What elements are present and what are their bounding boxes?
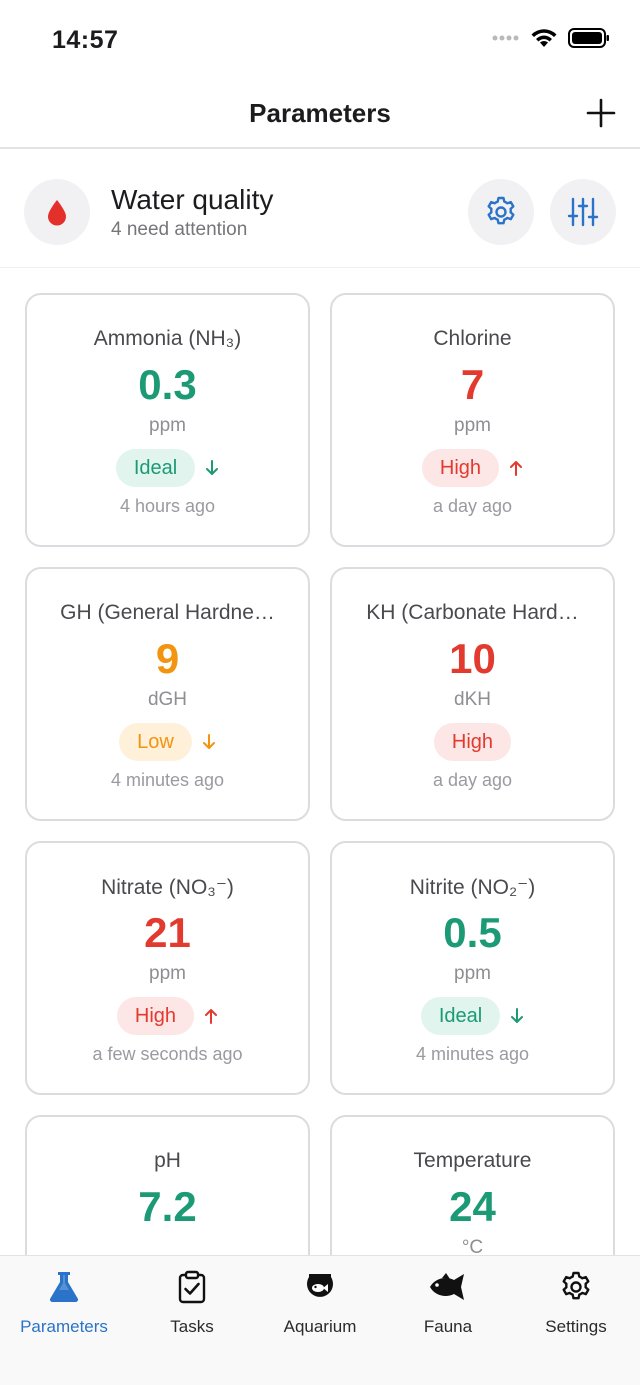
wifi-icon: [531, 29, 557, 47]
parameter-name: Temperature: [413, 1149, 532, 1172]
nav-bar: Parameters: [0, 80, 640, 149]
parameter-name: Nitrate (NO₃⁻): [101, 876, 234, 899]
parameter-name: Chlorine: [433, 327, 512, 350]
tab-settings[interactable]: Settings: [512, 1270, 640, 1337]
parameter-card-gh[interactable]: GH (General Hardne… 9 dGH Low 4 minutes …: [25, 567, 310, 821]
parameter-name: pH: [154, 1149, 181, 1172]
arrow-down-icon: [511, 1008, 524, 1023]
flask-icon: [49, 1272, 79, 1302]
parameter-value: 7: [460, 361, 485, 408]
status-badge: High: [116, 997, 195, 1035]
filter-button[interactable]: [550, 179, 616, 245]
last-measured: a few seconds ago: [92, 1044, 243, 1064]
parameter-unit: dKH: [454, 689, 491, 710]
tab-fauna[interactable]: Fauna: [384, 1270, 512, 1337]
fishbowl-icon: [307, 1274, 333, 1297]
tab-label: Tasks: [170, 1317, 214, 1336]
parameter-name: KH (Carbonate Hard…: [366, 601, 579, 624]
parameter-card-nitrate[interactable]: Nitrate (NO₃⁻) 21 ppm High a few seconds…: [25, 841, 310, 1095]
last-measured: a day ago: [432, 770, 513, 790]
gear-icon: [562, 1271, 590, 1300]
arrow-up-icon: [205, 1009, 218, 1024]
settings-button[interactable]: [468, 179, 534, 245]
fish-icon: [430, 1273, 464, 1300]
last-measured: 4 minutes ago: [415, 1044, 530, 1064]
tab-label: Aquarium: [283, 1317, 357, 1336]
parameter-value: 0.5: [443, 909, 502, 956]
status-icons: [492, 27, 610, 49]
parameter-value: 9: [155, 635, 180, 682]
tab-label: Parameters: [20, 1317, 108, 1336]
parameter-name: Nitrite (NO₂⁻): [409, 876, 536, 899]
arrow-down-icon: [202, 734, 215, 749]
parameter-value: 21: [144, 909, 191, 956]
parameter-unit: ppm: [454, 415, 491, 436]
status-badge: Low: [119, 723, 192, 761]
parameter-unit: ppm: [149, 963, 186, 984]
summary-title: Water quality: [111, 184, 274, 215]
signal-icon: [492, 35, 519, 41]
arrow-down-icon: [206, 460, 219, 475]
parameter-value: 0.3: [138, 361, 197, 408]
page-title: Parameters: [249, 98, 391, 128]
sliders-icon: [567, 197, 599, 227]
last-measured: 4 hours ago: [119, 496, 216, 516]
last-measured: a day ago: [432, 496, 513, 516]
tab-label: Settings: [545, 1317, 607, 1336]
status-badge: Ideal: [115, 449, 196, 487]
tab-bar: Parameters Tasks Aquarium Fauna Settings: [0, 1255, 640, 1385]
last-measured: 4 minutes ago: [110, 770, 225, 790]
parameter-card-nitrite[interactable]: Nitrite (NO₂⁻) 0.5 ppm Ideal 4 minutes a…: [330, 841, 615, 1095]
status-time: 14:57: [52, 26, 119, 54]
battery-icon: [568, 28, 609, 48]
parameter-value: 7.2: [138, 1183, 197, 1230]
status-badge: High: [433, 723, 512, 761]
status-badge: High: [421, 449, 500, 487]
status-badge: Ideal: [420, 997, 501, 1035]
parameter-unit: dGH: [147, 689, 188, 710]
parameter-name: GH (General Hardne…: [60, 601, 275, 624]
tab-label: Fauna: [423, 1317, 473, 1336]
arrow-up-icon: [510, 461, 523, 476]
parameter-value: 24: [449, 1183, 496, 1230]
summary-subtitle: 4 need attention: [111, 219, 248, 240]
parameter-card-kh[interactable]: KH (Carbonate Hard… 10 dKH High a day ag…: [330, 567, 615, 821]
gear-icon: [487, 196, 515, 225]
clipboard-check-icon: [178, 1270, 206, 1304]
parameter-unit: ppm: [149, 415, 186, 436]
parameter-card-ammonia[interactable]: Ammonia (NH₃) 0.3 ppm Ideal 4 hours ago: [25, 293, 310, 547]
plus-icon[interactable]: [586, 98, 616, 128]
water-drop-icon: [24, 179, 90, 245]
tab-tasks[interactable]: Tasks: [128, 1270, 256, 1337]
parameter-name: Ammonia (NH₃): [93, 327, 242, 350]
parameter-card-chlorine[interactable]: Chlorine 7 ppm High a day ago: [330, 293, 615, 547]
tab-parameters[interactable]: Parameters: [0, 1270, 128, 1337]
water-quality-summary: Water quality 4 need attention: [0, 151, 640, 268]
status-bar: 14:57: [0, 0, 640, 80]
parameter-unit: ppm: [454, 963, 491, 984]
parameter-value: 10: [449, 635, 496, 682]
tab-aquarium[interactable]: Aquarium: [256, 1270, 384, 1337]
